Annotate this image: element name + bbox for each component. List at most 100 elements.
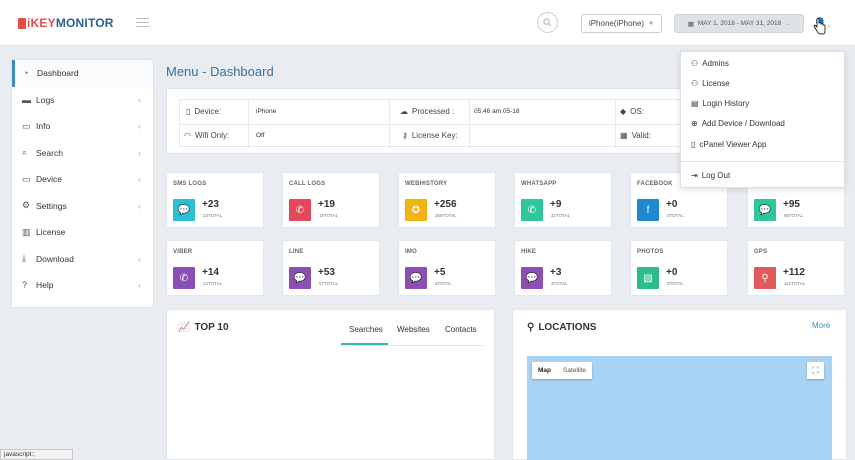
whatsapp-icon: ✆ [521, 199, 543, 221]
logo[interactable]: i KEY MONITOR [18, 16, 114, 30]
stat-card-whatsapp[interactable]: WHATSAPP ✆ +9 32TOTAL [514, 172, 612, 228]
menu-item-cpanel[interactable]: ▯ cPanel Viewer App [691, 140, 766, 149]
device-select[interactable]: iPhone(iPhone) ▼ [581, 14, 662, 33]
stat-total: 0TOTAL [667, 213, 684, 218]
stat-card-photos[interactable]: PHOTOS ▧ +0 0TOTAL [630, 240, 728, 296]
map-button[interactable]: Map [532, 367, 557, 374]
wifi-icon: ◠ [184, 131, 191, 140]
sidebar: ◔ Dashboard ▬ Logs ‹ ▭ Info ‹ ⌕ Search ‹ ▭ Devic… [11, 59, 154, 308]
stat-card-imo[interactable]: IMO 💬 +5 5TOTAL [398, 240, 496, 296]
logo-key: KEY [30, 16, 56, 30]
menu-item-label: Login History [702, 99, 750, 108]
stat-total: 3TOTAL [551, 281, 568, 286]
sidebar-item-info[interactable]: ▭ Info ‹ [12, 113, 153, 140]
stat-label: SMS LOGS [173, 181, 207, 187]
chevron-left-icon: ‹ [138, 253, 141, 264]
stat-value: +14 [202, 267, 219, 278]
stat-card-viber[interactable]: VIBER ✆ +14 14TOTAL [166, 240, 264, 296]
os-label: ◆ OS: [620, 107, 644, 116]
user-icon: ⚇ [691, 59, 699, 68]
device-info-grid: ▯ Device: iPhone ☁ Processed : 05:46 am 05… [179, 99, 728, 148]
viber-icon: ✆ [173, 267, 195, 289]
wifi-value: Off [256, 132, 265, 139]
menu-item-add-device[interactable]: ⊕ Add Device / Download [691, 119, 785, 128]
stat-label: VIBER [173, 249, 193, 255]
stat-value: +0 [666, 267, 678, 278]
processed-value: 05:46 am 05-18 [474, 108, 520, 115]
download-icon: ⤓ [22, 253, 26, 264]
sidebar-item-dashboard[interactable]: ◔ Dashboard [12, 60, 153, 87]
map-marker-icon: ⚲ [527, 322, 535, 333]
tab-contacts[interactable]: Contacts [445, 325, 477, 334]
folder-icon: ▬ [22, 94, 31, 105]
sidebar-item-label: Download [36, 253, 74, 264]
chevron-left-icon: ‹ [138, 174, 141, 185]
barcode-icon: ▥ [22, 226, 31, 237]
user-icon: ⚇ [691, 79, 699, 88]
hike-icon: 💬 [521, 267, 543, 289]
sidebar-item-license[interactable]: ▥ License [12, 219, 153, 246]
more-link[interactable]: More [812, 321, 830, 330]
search-icon: ⌕ [22, 147, 28, 158]
fullscreen-button[interactable]: ⛶ [807, 362, 824, 379]
stat-label: IMO [405, 249, 417, 255]
menu-toggle-icon[interactable] [136, 18, 149, 27]
stat-card-gps[interactable]: GPS ⚲ +112 112TOTAL [747, 240, 845, 296]
menu-item-logout[interactable]: ⇥ Log Out [691, 171, 730, 180]
stat-card-line[interactable]: LINE 💬 +53 57TOTAL [282, 240, 380, 296]
stat-card-call[interactable]: CALL LOGS ✆ +19 19TOTAL [282, 172, 380, 228]
logo-mark-icon [18, 17, 26, 29]
date-range-picker[interactable]: ▦ MAY 1, 2018 - MAY 31, 2018 ⌄ [674, 14, 804, 33]
stat-value: +9 [550, 199, 562, 210]
menu-item-admins[interactable]: ⚇ Admins [691, 59, 729, 68]
sidebar-item-label: Logs [36, 94, 55, 105]
map-type-toggle: Map Satellite [532, 362, 593, 379]
stat-card-webhistory[interactable]: WEBHISTORY ✪ +256 256TOTAL [398, 172, 496, 228]
wechat-icon: 💬 [754, 199, 776, 221]
sidebar-item-label: Settings [36, 200, 67, 211]
sidebar-item-search[interactable]: ⌕ Search ‹ [12, 140, 153, 167]
sidebar-item-help[interactable]: ? Help ‹ [12, 272, 153, 299]
sidebar-item-device[interactable]: ▭ Device ‹ [12, 166, 153, 193]
webhistory-icon: ✪ [405, 199, 427, 221]
gear-icon: ⚙ [22, 200, 31, 211]
stat-total: 256TOTAL [435, 213, 457, 218]
stat-card-sms[interactable]: SMS LOGS 💬 +23 23TOTAL [166, 172, 264, 228]
stat-total: 19TOTAL [319, 213, 339, 218]
date-range-value: MAY 1, 2018 - MAY 31, 2018 [697, 20, 782, 27]
phone-icon: ▯ [186, 107, 191, 116]
sidebar-item-label: License [36, 227, 66, 238]
stat-value: +23 [202, 199, 219, 210]
user-dropdown-menu: ⚇ Admins ⚇ License ▤ Login History ⊕ Add Dev… [680, 51, 846, 188]
device-label: ▯ Device: [186, 107, 221, 116]
sidebar-item-label: Dashboard [37, 68, 79, 79]
chevron-left-icon: ‹ [138, 121, 141, 132]
menu-item-login-history[interactable]: ▤ Login History [691, 99, 749, 108]
divider [180, 124, 728, 125]
tab-searches[interactable]: Searches [349, 325, 383, 334]
stat-label: CALL LOGS [289, 181, 326, 187]
logo-rest: MONITOR [55, 16, 114, 30]
device-select-value: iPhone(iPhone) [588, 19, 645, 28]
stat-value: +3 [550, 267, 562, 278]
search-button[interactable] [537, 12, 558, 33]
question-icon: ? [22, 280, 28, 291]
tab-websites[interactable]: Websites [397, 325, 430, 334]
sidebar-item-logs[interactable]: ▬ Logs ‹ [12, 87, 153, 114]
tab-divider [340, 345, 484, 346]
stat-label: GPS [754, 249, 768, 255]
stat-card-hike[interactable]: HIKE 💬 +3 3TOTAL [514, 240, 612, 296]
menu-item-label: License [702, 79, 730, 88]
device-value: iPhone [256, 108, 277, 115]
locations-title: ⚲ LOCATIONS [527, 322, 596, 333]
chevron-left-icon: ‹ [138, 200, 141, 211]
menu-item-license[interactable]: ⚇ License [691, 79, 730, 88]
stat-total: 23TOTAL [203, 213, 223, 218]
hand-cursor-icon [813, 18, 826, 35]
stat-value: +5 [434, 267, 446, 278]
stat-total: 57TOTAL [319, 281, 339, 286]
sidebar-item-label: Info [36, 121, 51, 132]
satellite-button[interactable]: Satellite [557, 367, 592, 374]
sidebar-item-download[interactable]: ⤓ Download ‹ [12, 246, 153, 273]
sidebar-item-settings[interactable]: ⚙ Settings ‹ [12, 193, 153, 220]
